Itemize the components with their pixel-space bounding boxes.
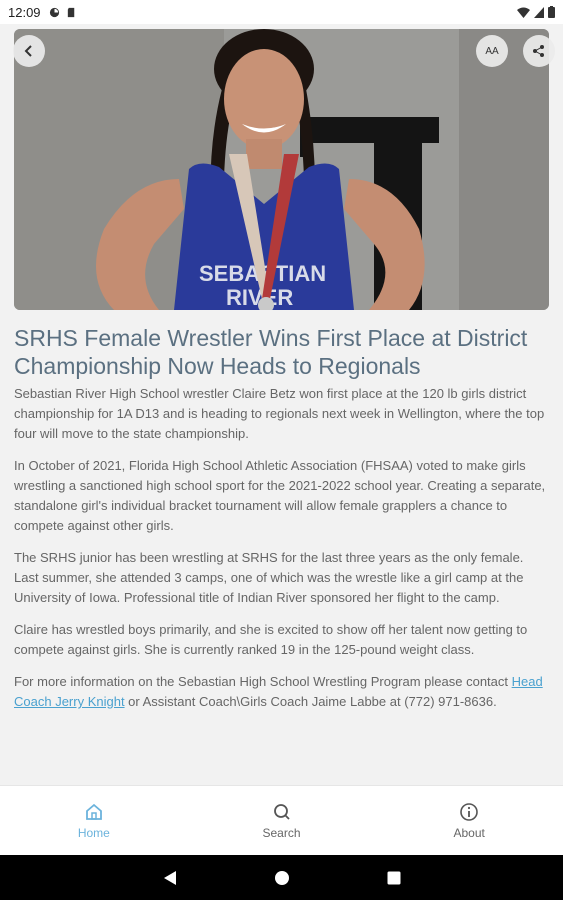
system-recents-icon[interactable] xyxy=(386,870,402,886)
contact-text-after: or Assistant Coach\Girls Coach Jaime Lab… xyxy=(124,694,497,709)
signal-icon xyxy=(534,6,544,18)
back-button[interactable] xyxy=(13,35,45,67)
nav-home-label: Home xyxy=(77,825,110,840)
info-icon xyxy=(460,802,478,821)
article-body: SRHS Female Wrestler Wins First Place at… xyxy=(14,324,549,724)
home-icon xyxy=(85,803,102,820)
article-title: SRHS Female Wrestler Wins First Place at… xyxy=(14,325,528,379)
article-screen[interactable]: SEBASTIAN RIVER AA SRHS Female Wrestler … xyxy=(0,24,563,785)
nav-home[interactable]: Home xyxy=(0,786,188,855)
text-size-label: AA xyxy=(485,45,499,57)
nav-about-label: About xyxy=(453,825,485,840)
sd-card-icon xyxy=(67,7,74,17)
article-paragraph: Sebastian River High School wrestler Cla… xyxy=(14,386,545,441)
search-icon xyxy=(273,803,290,820)
article-paragraph: The SRHS junior has been wrestling at SR… xyxy=(14,550,524,605)
back-arrow-icon xyxy=(24,45,32,57)
share-icon xyxy=(533,45,544,57)
battery-icon xyxy=(548,6,555,18)
system-navigation-bar xyxy=(0,855,563,900)
nav-about[interactable]: About xyxy=(375,786,563,855)
sync-icon xyxy=(49,7,59,17)
share-button[interactable] xyxy=(523,35,555,67)
nav-search[interactable]: Search xyxy=(188,786,376,855)
article-hero-image: SEBASTIAN RIVER xyxy=(14,29,549,310)
system-back-icon[interactable] xyxy=(162,870,178,886)
article-paragraph: In October of 2021, Florida High School … xyxy=(14,458,546,533)
text-size-button[interactable]: AA xyxy=(476,35,508,67)
status-bar: 12:09 xyxy=(0,0,563,24)
article-paragraph: Claire has wrestled boys primarily, and … xyxy=(14,622,528,657)
contact-paragraph: For more information on the Sebastian Hi… xyxy=(14,672,549,712)
wifi-icon xyxy=(517,7,530,18)
system-home-icon[interactable] xyxy=(274,870,290,886)
contact-text-before: For more information on the Sebastian Hi… xyxy=(14,674,512,689)
nav-search-label: Search xyxy=(262,825,301,840)
bottom-navigation: Home Search About xyxy=(0,785,563,855)
status-time: 12:09 xyxy=(8,4,41,20)
